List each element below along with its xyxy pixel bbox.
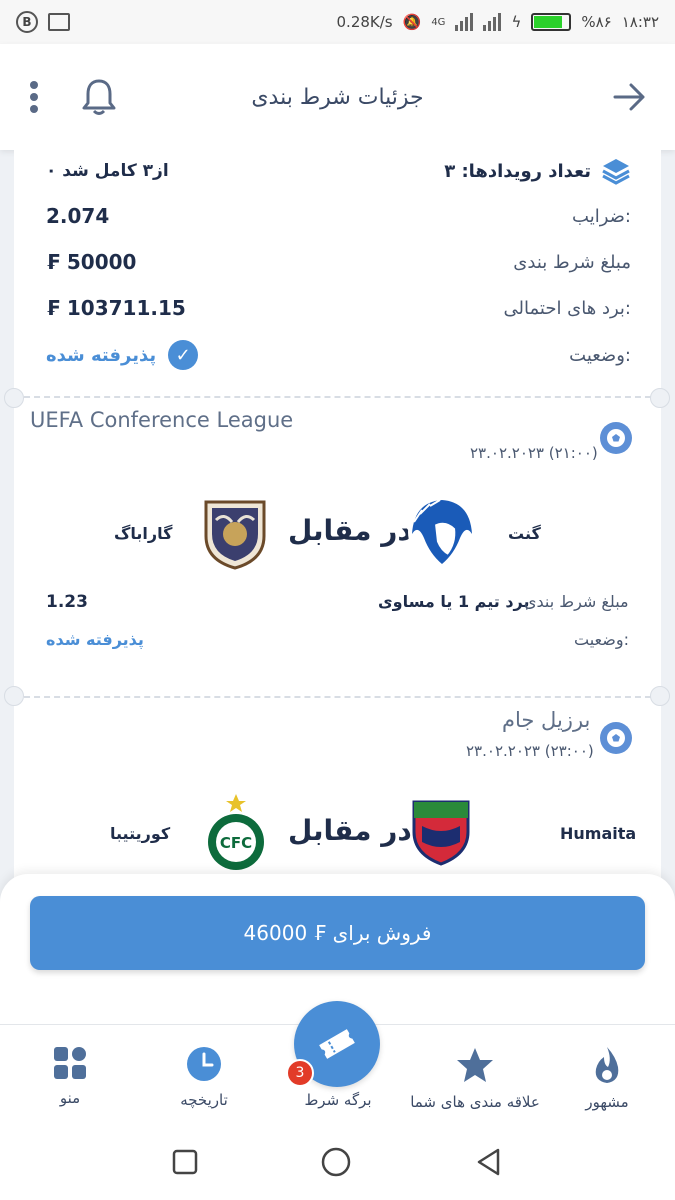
match-2-league: برزیل جام — [502, 708, 591, 732]
events-count: تعداد رویدادها: ۳ — [444, 156, 631, 186]
nav-item-bet-slip[interactable]: برگه شرط — [268, 1091, 408, 1109]
qarabag-logo-icon — [204, 500, 266, 570]
back-arrow-icon[interactable] — [613, 82, 647, 112]
match-1-odds: 1.23 — [46, 592, 88, 612]
app-b-icon: B — [16, 11, 38, 33]
odds-value: 2.074 — [46, 204, 110, 228]
ticket-notch — [650, 686, 670, 706]
match-1-date: ۲۳.۰۲.۲۰۲۳ (۲۱:۰۰) — [470, 444, 598, 462]
status-row: پذیرفته شده ✓ وضعیت: — [14, 338, 661, 372]
status-label: وضعیت: — [569, 344, 631, 366]
signal-2-icon — [483, 13, 502, 31]
battery-icon — [531, 13, 572, 31]
svg-text:CFC: CFC — [220, 834, 252, 852]
header-actions — [28, 77, 118, 117]
ticket-notch — [4, 686, 24, 706]
soccer-ball-icon — [600, 422, 632, 454]
check-circle-icon: ✓ — [168, 340, 199, 370]
clock-time: ۱۸:۳۲ — [621, 13, 659, 31]
nav-item-menu[interactable]: منو — [0, 1045, 140, 1107]
odds-label: ضرایب: — [572, 205, 631, 227]
nav-label-history: تاریخچه — [180, 1091, 228, 1109]
match-1-vs: در مقابل — [288, 514, 412, 547]
nav-label-popular: مشهور — [585, 1093, 629, 1111]
network-type: 4G — [431, 16, 446, 28]
screen-cast-icon — [48, 13, 70, 31]
match-2-home-team: Humaita — [560, 824, 637, 843]
match-1-stake-label: مبلغ شرط بندی — [524, 592, 629, 611]
sell-button[interactable]: فروش برای ₣ 46000 — [30, 896, 645, 970]
battery-percent: %۸۶ — [581, 13, 612, 31]
match-1-status-value: پذیرفته شده — [46, 630, 144, 649]
divider — [14, 396, 661, 398]
match-1-away-team: گاراباگ — [114, 524, 173, 543]
bet-details-card: ۰ از۳ کامل شد تعداد رویدادها: ۳ 2.074 ضر… — [14, 150, 661, 890]
flame-icon — [595, 1047, 619, 1083]
nav-item-history[interactable]: تاریخچه — [134, 1045, 274, 1109]
humaita-logo-icon — [412, 800, 470, 866]
events-count-label: تعداد رویدادها: ۳ — [444, 160, 591, 182]
stake-value: ₣ 50000 — [46, 250, 137, 274]
match-2-vs: در مقابل — [288, 814, 412, 847]
signal-icon — [455, 13, 474, 31]
back-icon[interactable] — [474, 1147, 504, 1177]
network-speed: 0.28K/s — [336, 13, 393, 31]
nav-item-favorites[interactable]: علاقه مندی های شما — [402, 1045, 548, 1111]
stake-label: مبلغ شرط بندی — [513, 251, 631, 273]
progress-text: ۰ از۳ کامل شد — [46, 161, 169, 181]
ticket-icon — [319, 1029, 355, 1059]
ticket-notch — [4, 388, 24, 408]
bet-slip-count-badge: 3 — [286, 1059, 314, 1087]
match-1-pick: برد تیم 1 یا مساوی — [378, 592, 530, 611]
status-bar: B 0.28K/s 🔕 4G ϟ %۸۶ ۱۸:۳۲ — [0, 0, 675, 44]
gent-logo-icon — [408, 498, 476, 566]
system-nav-bar — [0, 1124, 675, 1200]
odds-row: 2.074 ضرایب: — [14, 200, 661, 232]
divider — [14, 696, 661, 698]
status-right: 0.28K/s 🔕 4G ϟ %۸۶ ۱۸:۳۲ — [337, 13, 659, 31]
ticket-notch — [650, 388, 670, 408]
match-1-league: UEFA Conference League — [30, 408, 294, 432]
app-header: جزئیات شرط بندی — [0, 44, 675, 150]
match-2-away-team: کوریتیبا — [110, 824, 171, 843]
clock-icon — [187, 1047, 221, 1081]
mute-icon: 🔕 — [402, 13, 422, 31]
star-icon — [457, 1048, 493, 1082]
match-2-date: ۲۳.۰۲.۲۰۲۳ (۲۳:۰۰) — [466, 742, 594, 760]
bell-icon[interactable] — [80, 77, 118, 117]
more-vert-icon[interactable] — [28, 79, 40, 115]
match-1-home-team: گنت — [508, 524, 541, 543]
soccer-ball-icon — [600, 722, 632, 754]
status-value: پذیرفته شده — [46, 344, 157, 366]
nav-item-popular[interactable]: مشهور — [537, 1045, 675, 1111]
stake-row: ₣ 50000 مبلغ شرط بندی — [14, 246, 661, 278]
nav-label-menu: منو — [59, 1089, 81, 1107]
layers-icon — [602, 159, 630, 185]
recents-icon[interactable] — [171, 1148, 199, 1176]
home-icon[interactable] — [320, 1146, 352, 1178]
nav-label-favorites: علاقه مندی های شما — [410, 1093, 540, 1111]
possible-win-value: ₣ 103711.15 — [46, 296, 186, 320]
charging-icon: ϟ — [511, 13, 522, 31]
coritiba-logo-icon: CFC — [208, 794, 264, 870]
nav-label-bet-slip: برگه شرط — [304, 1091, 372, 1109]
status-left: B — [16, 11, 70, 33]
match-1-status-label: وضعیت: — [574, 630, 629, 649]
summary-header-row: ۰ از۳ کامل شد تعداد رویدادها: ۳ — [14, 156, 661, 186]
possible-win-row: ₣ 103711.15 برد های احتمالی: — [14, 292, 661, 324]
bottom-nav: مشهور علاقه مندی های شما 3 برگه شرط تاری… — [0, 1001, 675, 1124]
grid-icon — [54, 1047, 86, 1079]
possible-win-label: برد های احتمالی: — [503, 297, 631, 319]
status-accepted: پذیرفته شده ✓ — [46, 340, 199, 370]
